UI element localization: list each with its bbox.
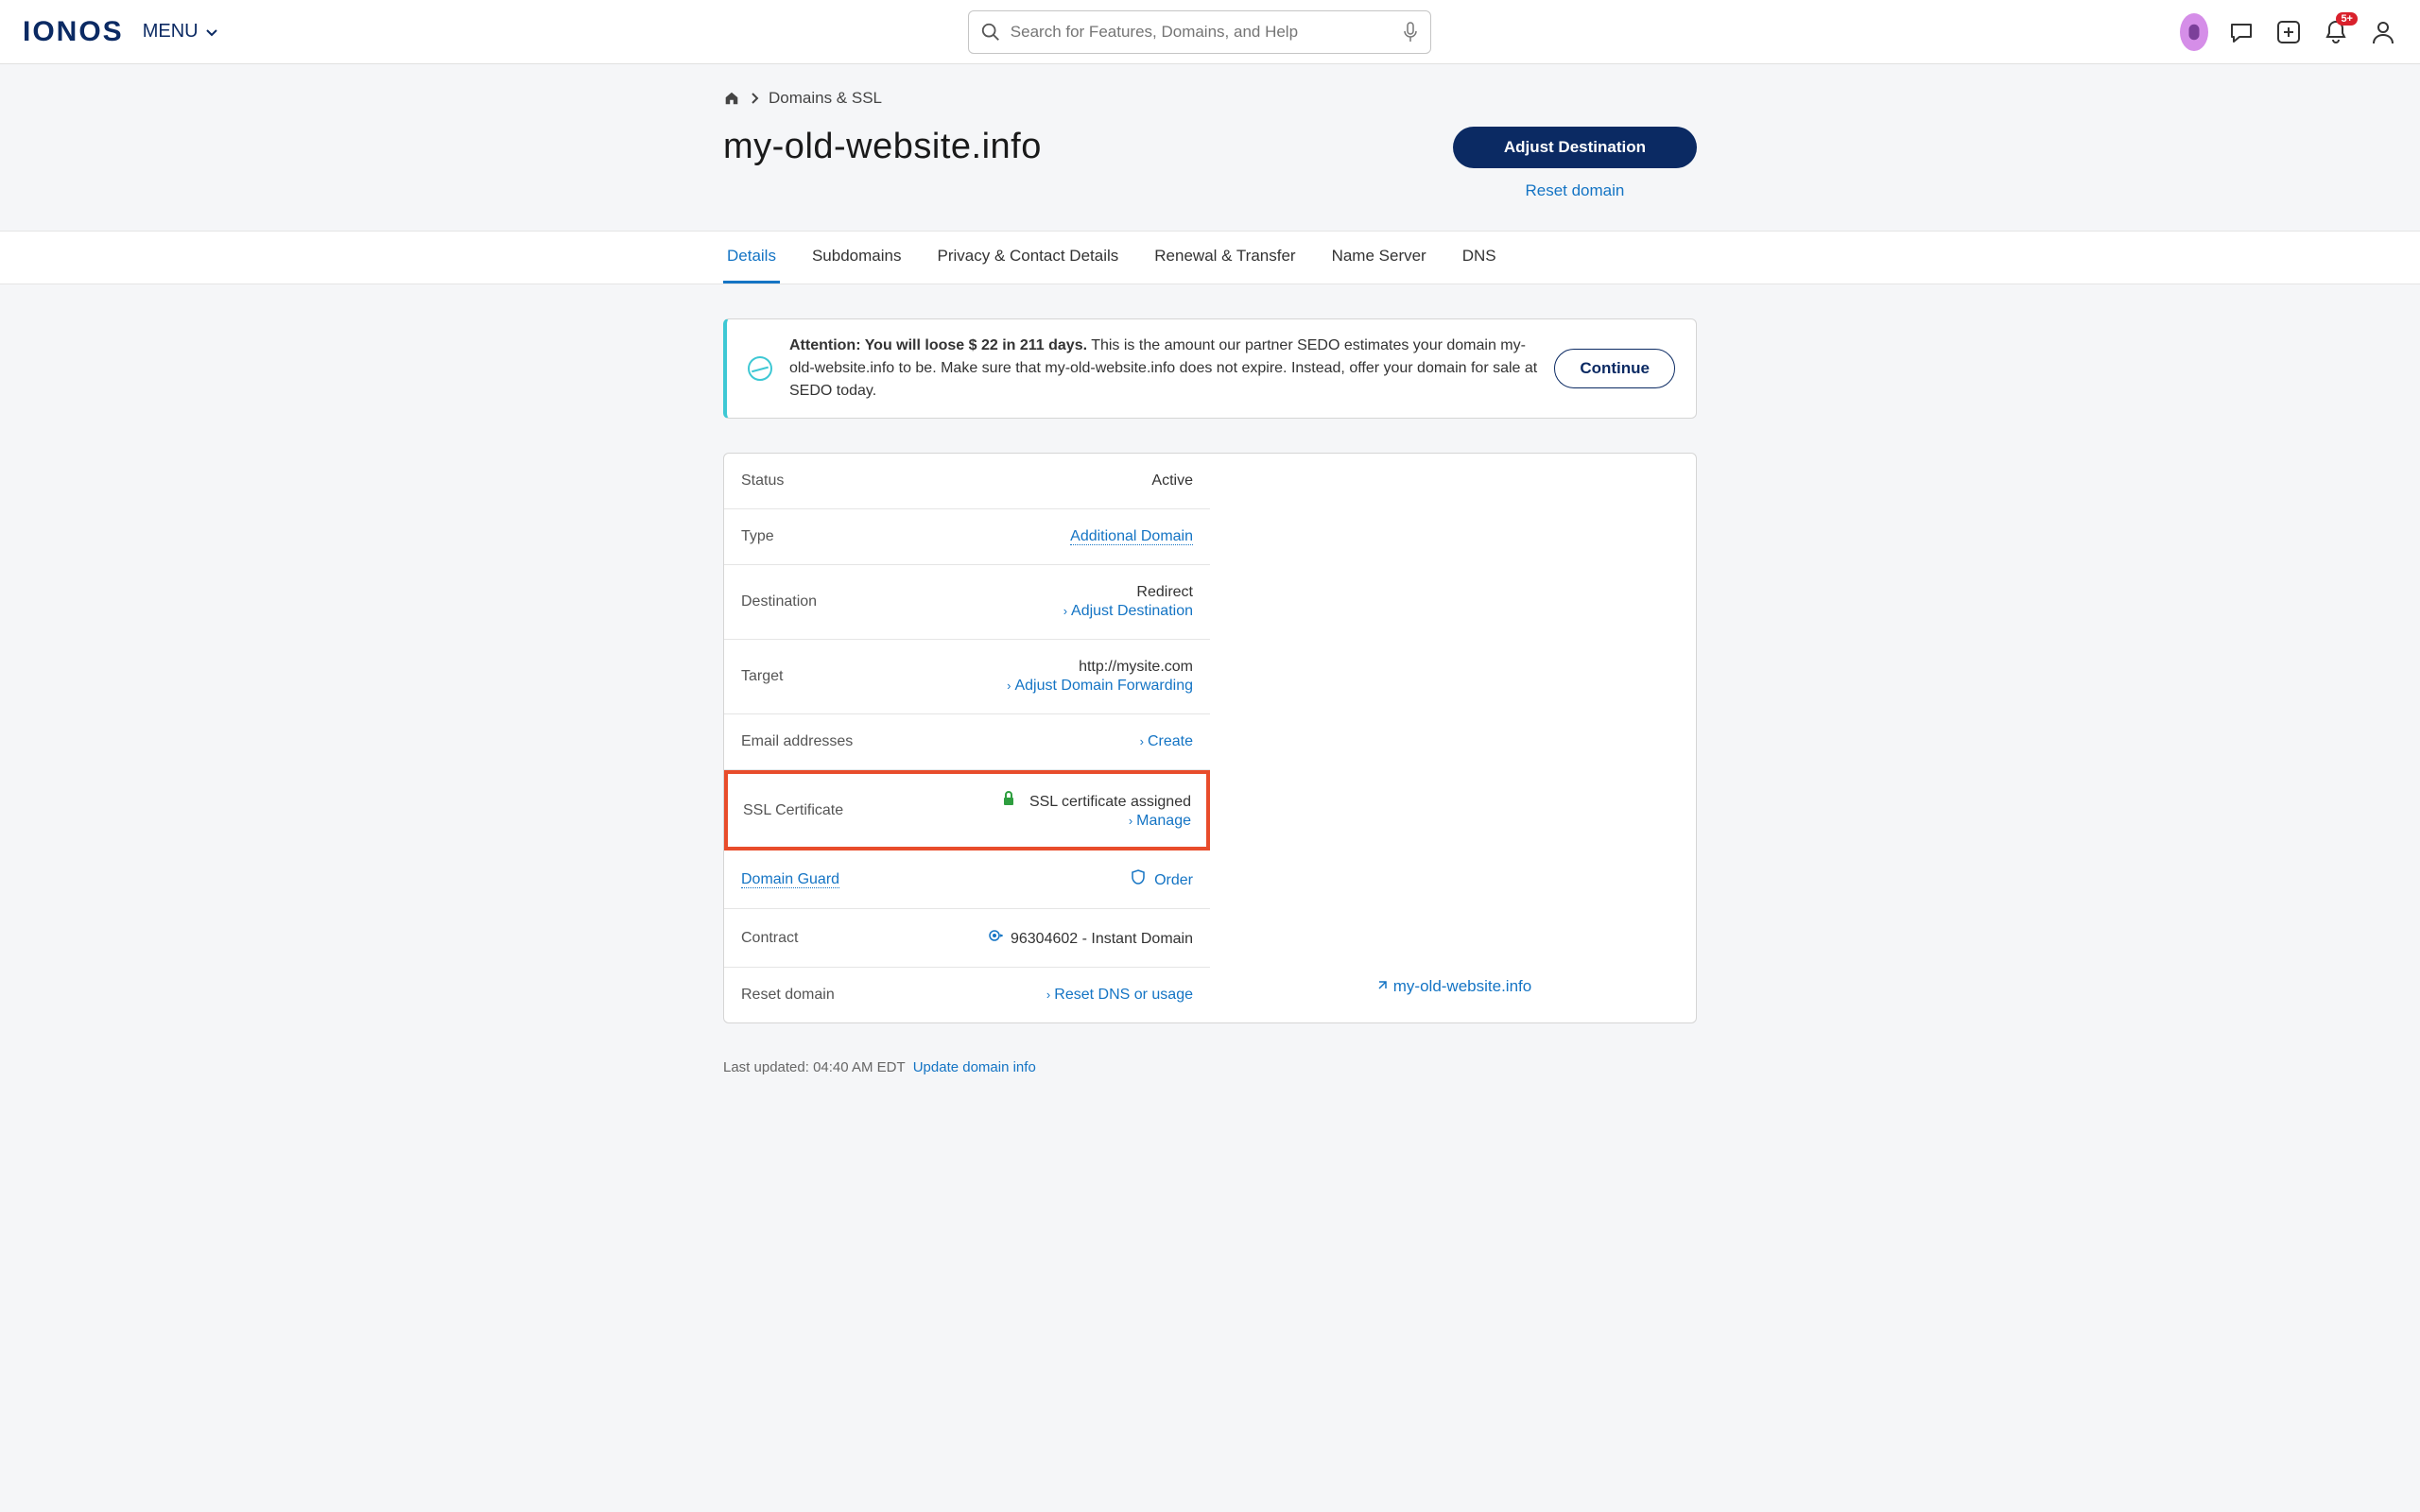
tab-renewal[interactable]: Renewal & Transfer bbox=[1150, 232, 1299, 284]
row-contract: Contract 96304602 - Instant Domain bbox=[724, 909, 1210, 968]
panel-right: my-old-website.info bbox=[1210, 454, 1696, 1022]
top-header: IONOS MENU 5+ bbox=[0, 0, 2420, 64]
destination-label: Destination bbox=[741, 593, 817, 610]
search-container bbox=[968, 10, 1431, 54]
ssl-label: SSL Certificate bbox=[743, 802, 843, 819]
reset-label: Reset domain bbox=[741, 987, 835, 1004]
email-label: Email addresses bbox=[741, 733, 853, 750]
content: Attention: You will loose $ 22 in 211 da… bbox=[723, 284, 1697, 1042]
external-link-icon bbox=[1374, 980, 1388, 993]
page-title: my-old-website.info bbox=[723, 127, 1042, 167]
home-icon[interactable] bbox=[723, 90, 740, 107]
title-actions: Adjust Destination Reset domain bbox=[1453, 127, 1697, 200]
alert-bold: Attention: You will loose $ 22 in 211 da… bbox=[789, 337, 1087, 353]
avatar-circle bbox=[2180, 13, 2208, 51]
row-status: Status Active bbox=[724, 454, 1210, 509]
menu-button[interactable]: MENU bbox=[143, 21, 219, 43]
search-bar[interactable] bbox=[968, 10, 1431, 54]
row-reset-domain: Reset domain › Reset DNS or usage bbox=[724, 968, 1210, 1022]
reset-domain-link[interactable]: Reset domain bbox=[1525, 181, 1624, 200]
tab-nameserver[interactable]: Name Server bbox=[1328, 232, 1430, 284]
breadcrumb: Domains & SSL bbox=[723, 89, 1697, 108]
target-label: Target bbox=[741, 668, 783, 685]
chevron-right-icon bbox=[750, 92, 759, 105]
logo: IONOS bbox=[23, 16, 124, 48]
type-value-link[interactable]: Additional Domain bbox=[1070, 528, 1193, 545]
create-email-link[interactable]: Create bbox=[1148, 733, 1193, 749]
row-domain-guard: Domain Guard Order bbox=[724, 850, 1210, 909]
breadcrumb-section[interactable]: Domains & SSL bbox=[769, 89, 882, 108]
header-icons: 5+ bbox=[2180, 18, 2397, 46]
avatar[interactable] bbox=[2180, 18, 2208, 46]
chevron-right-icon: › bbox=[1140, 734, 1144, 748]
search-icon bbox=[980, 22, 1001, 43]
details-panel: Status Active Type Additional Domain Des… bbox=[723, 453, 1697, 1023]
gear-icon[interactable] bbox=[988, 931, 1007, 947]
chevron-down-icon bbox=[204, 25, 219, 40]
last-updated-text: Last updated: 04:40 AM EDT bbox=[723, 1059, 905, 1075]
tab-dns[interactable]: DNS bbox=[1459, 232, 1500, 284]
status-value: Active bbox=[1151, 472, 1193, 490]
row-type: Type Additional Domain bbox=[724, 509, 1210, 565]
sedo-icon bbox=[748, 356, 772, 381]
footer-updated: Last updated: 04:40 AM EDT Update domain… bbox=[723, 1059, 1697, 1075]
external-domain-link[interactable]: my-old-website.info bbox=[1374, 977, 1531, 996]
notif-badge: 5+ bbox=[2336, 12, 2358, 26]
chevron-right-icon: › bbox=[1129, 814, 1132, 828]
destination-value: Redirect bbox=[1136, 584, 1193, 600]
lock-icon bbox=[1002, 794, 1019, 810]
chevron-right-icon: › bbox=[1046, 988, 1050, 1002]
avatar-icon bbox=[2184, 22, 2204, 43]
add-icon[interactable] bbox=[2274, 18, 2303, 46]
order-guard-link[interactable]: Order bbox=[1154, 872, 1193, 888]
type-label: Type bbox=[741, 528, 774, 545]
update-domain-info-link[interactable]: Update domain info bbox=[913, 1059, 1036, 1075]
row-destination: Destination Redirect › Adjust Destination bbox=[724, 565, 1210, 640]
panel-left: Status Active Type Additional Domain Des… bbox=[724, 454, 1210, 1022]
alert-text: Attention: You will loose $ 22 in 211 da… bbox=[789, 335, 1537, 403]
manage-ssl-link[interactable]: Manage bbox=[1136, 813, 1191, 829]
target-value: http://mysite.com bbox=[1079, 659, 1193, 675]
chat-icon[interactable] bbox=[2227, 18, 2256, 46]
tab-subdomains[interactable]: Subdomains bbox=[808, 232, 906, 284]
row-ssl-highlighted: SSL Certificate SSL certificate assigned… bbox=[724, 770, 1210, 850]
adjust-destination-link[interactable]: Adjust Destination bbox=[1071, 603, 1193, 619]
breadcrumb-area: Domains & SSL my-old-website.info Adjust… bbox=[723, 64, 1697, 200]
tabs-inner: Details Subdomains Privacy & Contact Det… bbox=[723, 232, 1697, 284]
chevron-right-icon: › bbox=[1007, 679, 1011, 693]
shield-icon bbox=[1132, 872, 1149, 888]
title-row: my-old-website.info Adjust Destination R… bbox=[723, 127, 1697, 200]
user-icon[interactable] bbox=[2369, 18, 2397, 46]
menu-label: MENU bbox=[143, 21, 199, 43]
adjust-destination-button[interactable]: Adjust Destination bbox=[1453, 127, 1697, 168]
bell-icon[interactable]: 5+ bbox=[2322, 18, 2350, 46]
search-input[interactable] bbox=[1011, 23, 1392, 42]
chevron-right-icon: › bbox=[1063, 604, 1067, 618]
row-target: Target http://mysite.com ›Adjust Domain … bbox=[724, 640, 1210, 714]
domain-guard-link[interactable]: Domain Guard bbox=[741, 871, 839, 888]
continue-button[interactable]: Continue bbox=[1554, 349, 1675, 388]
reset-dns-link[interactable]: Reset DNS or usage bbox=[1054, 987, 1193, 1003]
external-domain-text: my-old-website.info bbox=[1393, 977, 1531, 996]
adjust-forwarding-link[interactable]: Adjust Domain Forwarding bbox=[1014, 678, 1193, 694]
tab-details[interactable]: Details bbox=[723, 232, 780, 284]
tabs-bar: Details Subdomains Privacy & Contact Det… bbox=[0, 231, 2420, 284]
mic-icon[interactable] bbox=[1402, 22, 1419, 43]
contract-label: Contract bbox=[741, 930, 798, 947]
row-email: Email addresses › Create bbox=[724, 714, 1210, 770]
contract-value: 96304602 - Instant Domain bbox=[1011, 931, 1193, 947]
ssl-value: SSL certificate assigned bbox=[1029, 794, 1191, 810]
status-label: Status bbox=[741, 472, 784, 490]
sedo-alert: Attention: You will loose $ 22 in 211 da… bbox=[723, 318, 1697, 419]
tab-privacy[interactable]: Privacy & Contact Details bbox=[933, 232, 1122, 284]
